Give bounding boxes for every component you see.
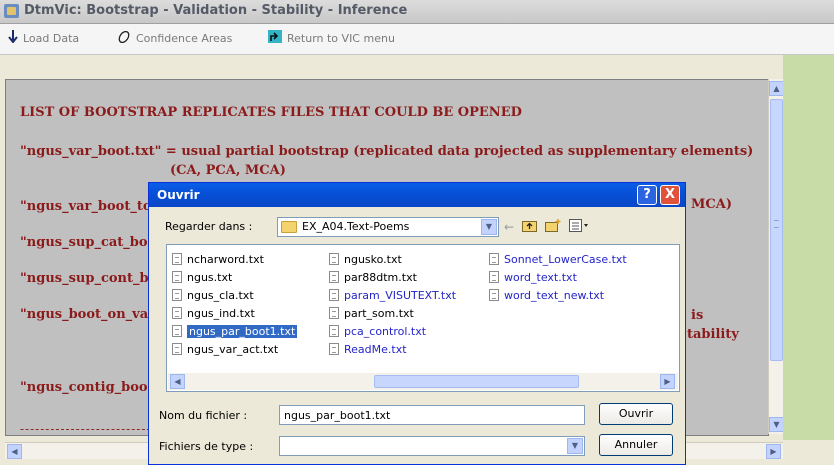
dialog-title: Ouvrir (157, 188, 200, 202)
ellipse-icon (117, 30, 131, 46)
text-file-icon (489, 271, 499, 283)
toolstrip (0, 55, 834, 77)
cancel-button[interactable]: Annuler (599, 434, 673, 456)
file-item[interactable]: ngus_var_act.txt (172, 340, 297, 358)
file-item[interactable]: pca_control.txt (329, 322, 456, 340)
new-folder-icon[interactable] (545, 219, 561, 235)
dialog-nav-toolbar: ← (504, 219, 589, 235)
doc-line-2: "ngus_var_boot_to (20, 199, 152, 214)
doc-line-5-right: is (691, 308, 704, 323)
look-in-label: Regarder dans : (165, 220, 253, 233)
file-item[interactable]: ReadMe.txt (329, 340, 456, 358)
file-type-dropdown[interactable]: ▼ (279, 436, 585, 456)
file-list-scrollbar[interactable]: ◀ ▶ (168, 373, 678, 390)
look-in-dropdown[interactable]: EX_A04.Text-Poems ▼ (277, 217, 499, 237)
doc-line-4: "ngus_sup_cont_b (20, 271, 149, 286)
load-data-label: Load Data (23, 31, 80, 45)
text-file-icon (172, 253, 182, 265)
list-scroll-thumb[interactable] (374, 375, 579, 388)
help-button[interactable]: ? (637, 185, 657, 205)
load-data-menu-item[interactable]: Load Data (8, 29, 79, 47)
window-title: DtmVic: Bootstrap - Validation - Stabili… (24, 3, 408, 18)
open-file-dialog: Ouvrir ? X Regarder dans : EX_A04.Text-P… (148, 182, 686, 465)
return-arrow-icon (268, 30, 282, 46)
file-name-input[interactable]: ngus_par_boot1.txt (279, 405, 585, 425)
file-item-selected[interactable]: ngus_par_boot1.txt (172, 322, 298, 340)
text-file-icon (329, 325, 339, 337)
doc-line-1: "ngus_var_boot.txt" = usual partial boot… (20, 144, 754, 159)
vertical-scroll-thumb[interactable] (770, 99, 783, 361)
scroll-up-icon[interactable]: ▲ (769, 81, 784, 96)
doc-line-3: "ngus_sup_cat_boo (20, 235, 157, 250)
close-button[interactable]: X (660, 185, 680, 205)
file-list[interactable]: ncharword.txt ngus.txt ngus_cla.txt ngus… (166, 244, 680, 392)
folder-icon (281, 221, 297, 233)
chevron-down-icon[interactable]: ▼ (567, 438, 583, 454)
scroll-right-icon[interactable]: ▶ (766, 444, 781, 459)
file-item[interactable]: param_VISUTEXT.txt (329, 286, 456, 304)
text-file-icon (489, 289, 499, 301)
menu-bar: Load Data Confidence Areas Return to VIC… (0, 24, 834, 55)
list-scroll-right-icon[interactable]: ▶ (660, 374, 675, 389)
file-item[interactable]: part_som.txt (329, 304, 456, 322)
text-file-icon (172, 289, 182, 301)
file-item[interactable]: word_text.txt (489, 268, 627, 286)
text-file-icon (172, 343, 182, 355)
confidence-areas-menu-item[interactable]: Confidence Areas (117, 29, 232, 47)
text-file-icon (172, 325, 182, 337)
file-item[interactable]: Sonnet_LowerCase.txt (489, 250, 627, 268)
doc-line-2-right: MCA) (691, 197, 732, 212)
up-folder-icon[interactable] (522, 219, 538, 235)
file-item[interactable]: ngusko.txt (329, 250, 456, 268)
text-file-icon (329, 343, 339, 355)
scroll-left-icon[interactable]: ◀ (7, 444, 22, 459)
list-scroll-left-icon[interactable]: ◀ (170, 374, 185, 389)
file-column-2: ngusko.txt par88dtm.txt param_VISUTEXT.t… (329, 250, 456, 358)
dialog-title-bar: Ouvrir ? X (149, 183, 685, 207)
main-window: DtmVic: Bootstrap - Validation - Stabili… (0, 0, 834, 465)
text-file-icon (489, 253, 499, 265)
app-icon (4, 4, 19, 18)
file-item[interactable]: ncharword.txt (172, 250, 297, 268)
file-item[interactable]: par88dtm.txt (329, 268, 456, 286)
return-vic-label: Return to VIC menu (287, 31, 395, 45)
file-type-label: Fichiers de type : (159, 440, 254, 453)
file-column-1: ncharword.txt ngus.txt ngus_cla.txt ngus… (172, 250, 298, 358)
text-file-icon (172, 271, 182, 283)
doc-line-1b: (CA, PCA, MCA) (170, 163, 286, 178)
doc-line-5b-right: tability (687, 327, 739, 342)
return-vic-menu-item[interactable]: Return to VIC menu (268, 29, 395, 47)
chevron-down-icon[interactable]: ▼ (481, 219, 497, 235)
look-in-value: EX_A04.Text-Poems (302, 220, 410, 233)
file-column-3: Sonnet_LowerCase.txt word_text.txt word_… (489, 250, 627, 304)
down-arrow-icon (8, 30, 18, 46)
view-menu-icon[interactable] (569, 219, 589, 235)
file-item[interactable]: ngus_cla.txt (172, 286, 297, 304)
file-item[interactable]: ngus_ind.txt (172, 304, 297, 322)
vertical-scrollbar[interactable]: ▲ ▼ (768, 79, 784, 434)
doc-line-6: "ngus_contig_boot (20, 380, 154, 395)
text-file-icon (329, 289, 339, 301)
open-button[interactable]: Ouvrir (599, 403, 673, 425)
document-heading: LIST OF BOOTSTRAP REPLICATES FILES THAT … (20, 105, 522, 120)
file-item[interactable]: ngus.txt (172, 268, 297, 286)
side-panel (783, 55, 834, 440)
confidence-areas-label: Confidence Areas (136, 31, 233, 45)
file-name-label: Nom du fichier : (159, 409, 248, 422)
file-item[interactable]: word_text_new.txt (489, 286, 627, 304)
back-arrow-icon[interactable]: ← (504, 220, 514, 234)
text-file-icon (172, 307, 182, 319)
text-file-icon (329, 271, 339, 283)
title-bar: DtmVic: Bootstrap - Validation - Stabili… (0, 0, 834, 24)
scroll-down-icon[interactable]: ▼ (769, 417, 784, 432)
text-file-icon (329, 307, 339, 319)
text-file-icon (329, 253, 339, 265)
doc-line-5: "ngus_boot_on_va (20, 307, 149, 322)
